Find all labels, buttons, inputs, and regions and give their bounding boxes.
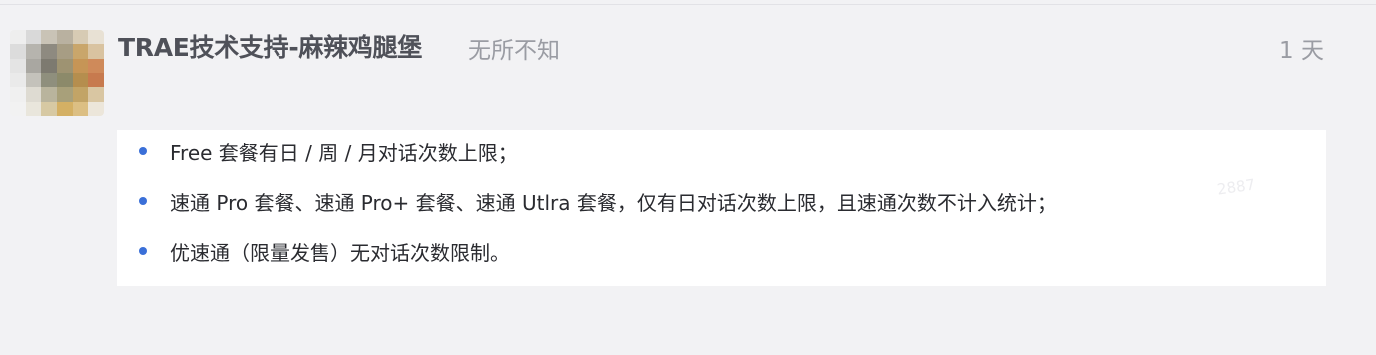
avatar-pixel [72, 44, 89, 59]
avatar-pixel [41, 87, 57, 102]
avatar-pixel [57, 44, 73, 59]
avatar-pixel [57, 30, 73, 45]
avatar-pixel [10, 30, 26, 45]
list-item-text: 速通 Pro 套餐、速通 Pro+ 套餐、速通 Utlra 套餐，仅有日对话次数… [170, 190, 1057, 215]
avatar-pixel [88, 87, 104, 102]
avatar-pixel [41, 44, 57, 59]
avatar-pixel [25, 30, 42, 45]
avatar-pixel [41, 58, 57, 73]
avatar-pixel [72, 87, 89, 102]
avatar-pixel [25, 72, 42, 88]
avatar[interactable] [10, 30, 104, 116]
bullet-icon [139, 247, 147, 255]
avatar-pixel [57, 101, 73, 116]
comment-body: 2887 Free 套餐有日 / 周 / 月对话次数上限； 速通 Pro 套餐、… [117, 130, 1326, 286]
avatar-pixel [72, 72, 89, 88]
avatar-pixel [88, 30, 104, 45]
comment-container: TRAE技术支持-麻辣鸡腿堡 无所不知 1 天 2887 Free 套餐有日 /… [0, 0, 1376, 355]
avatar-pixel [88, 72, 104, 88]
avatar-pixel [25, 101, 42, 116]
avatar-pixel [57, 87, 73, 102]
avatar-pixel [41, 101, 57, 116]
top-divider [0, 4, 1376, 5]
avatar-pixel [72, 58, 89, 73]
timestamp: 1 天 [1279, 38, 1324, 64]
avatar-pixel [57, 72, 73, 88]
avatar-pixel [25, 44, 42, 59]
avatar-pixel [10, 44, 26, 59]
bullet-icon [139, 147, 147, 155]
avatar-pixel [41, 30, 57, 45]
watermark: 2887 [1215, 175, 1257, 199]
avatar-pixel [25, 87, 42, 102]
avatar-pixel [88, 58, 104, 73]
author-name[interactable]: TRAE技术支持-麻辣鸡腿堡 [118, 28, 422, 64]
avatar-pixel [57, 58, 73, 73]
avatar-pixel [10, 101, 26, 116]
avatar-pixel [88, 44, 104, 59]
bullet-icon [139, 197, 147, 205]
avatar-pixel [25, 58, 42, 73]
list-item-text: 优速通（限量发售）无对话次数限制。 [170, 240, 510, 265]
avatar-pixel [10, 87, 26, 102]
avatar-pixel [88, 101, 104, 116]
avatar-pixel [10, 72, 26, 88]
avatar-pixel [10, 58, 26, 73]
author-tag: 无所不知 [468, 38, 560, 64]
avatar-pixel [72, 101, 89, 116]
avatar-pixel [72, 30, 89, 45]
list-item-text: Free 套餐有日 / 周 / 月对话次数上限； [170, 140, 518, 165]
avatar-pixel [41, 72, 57, 88]
